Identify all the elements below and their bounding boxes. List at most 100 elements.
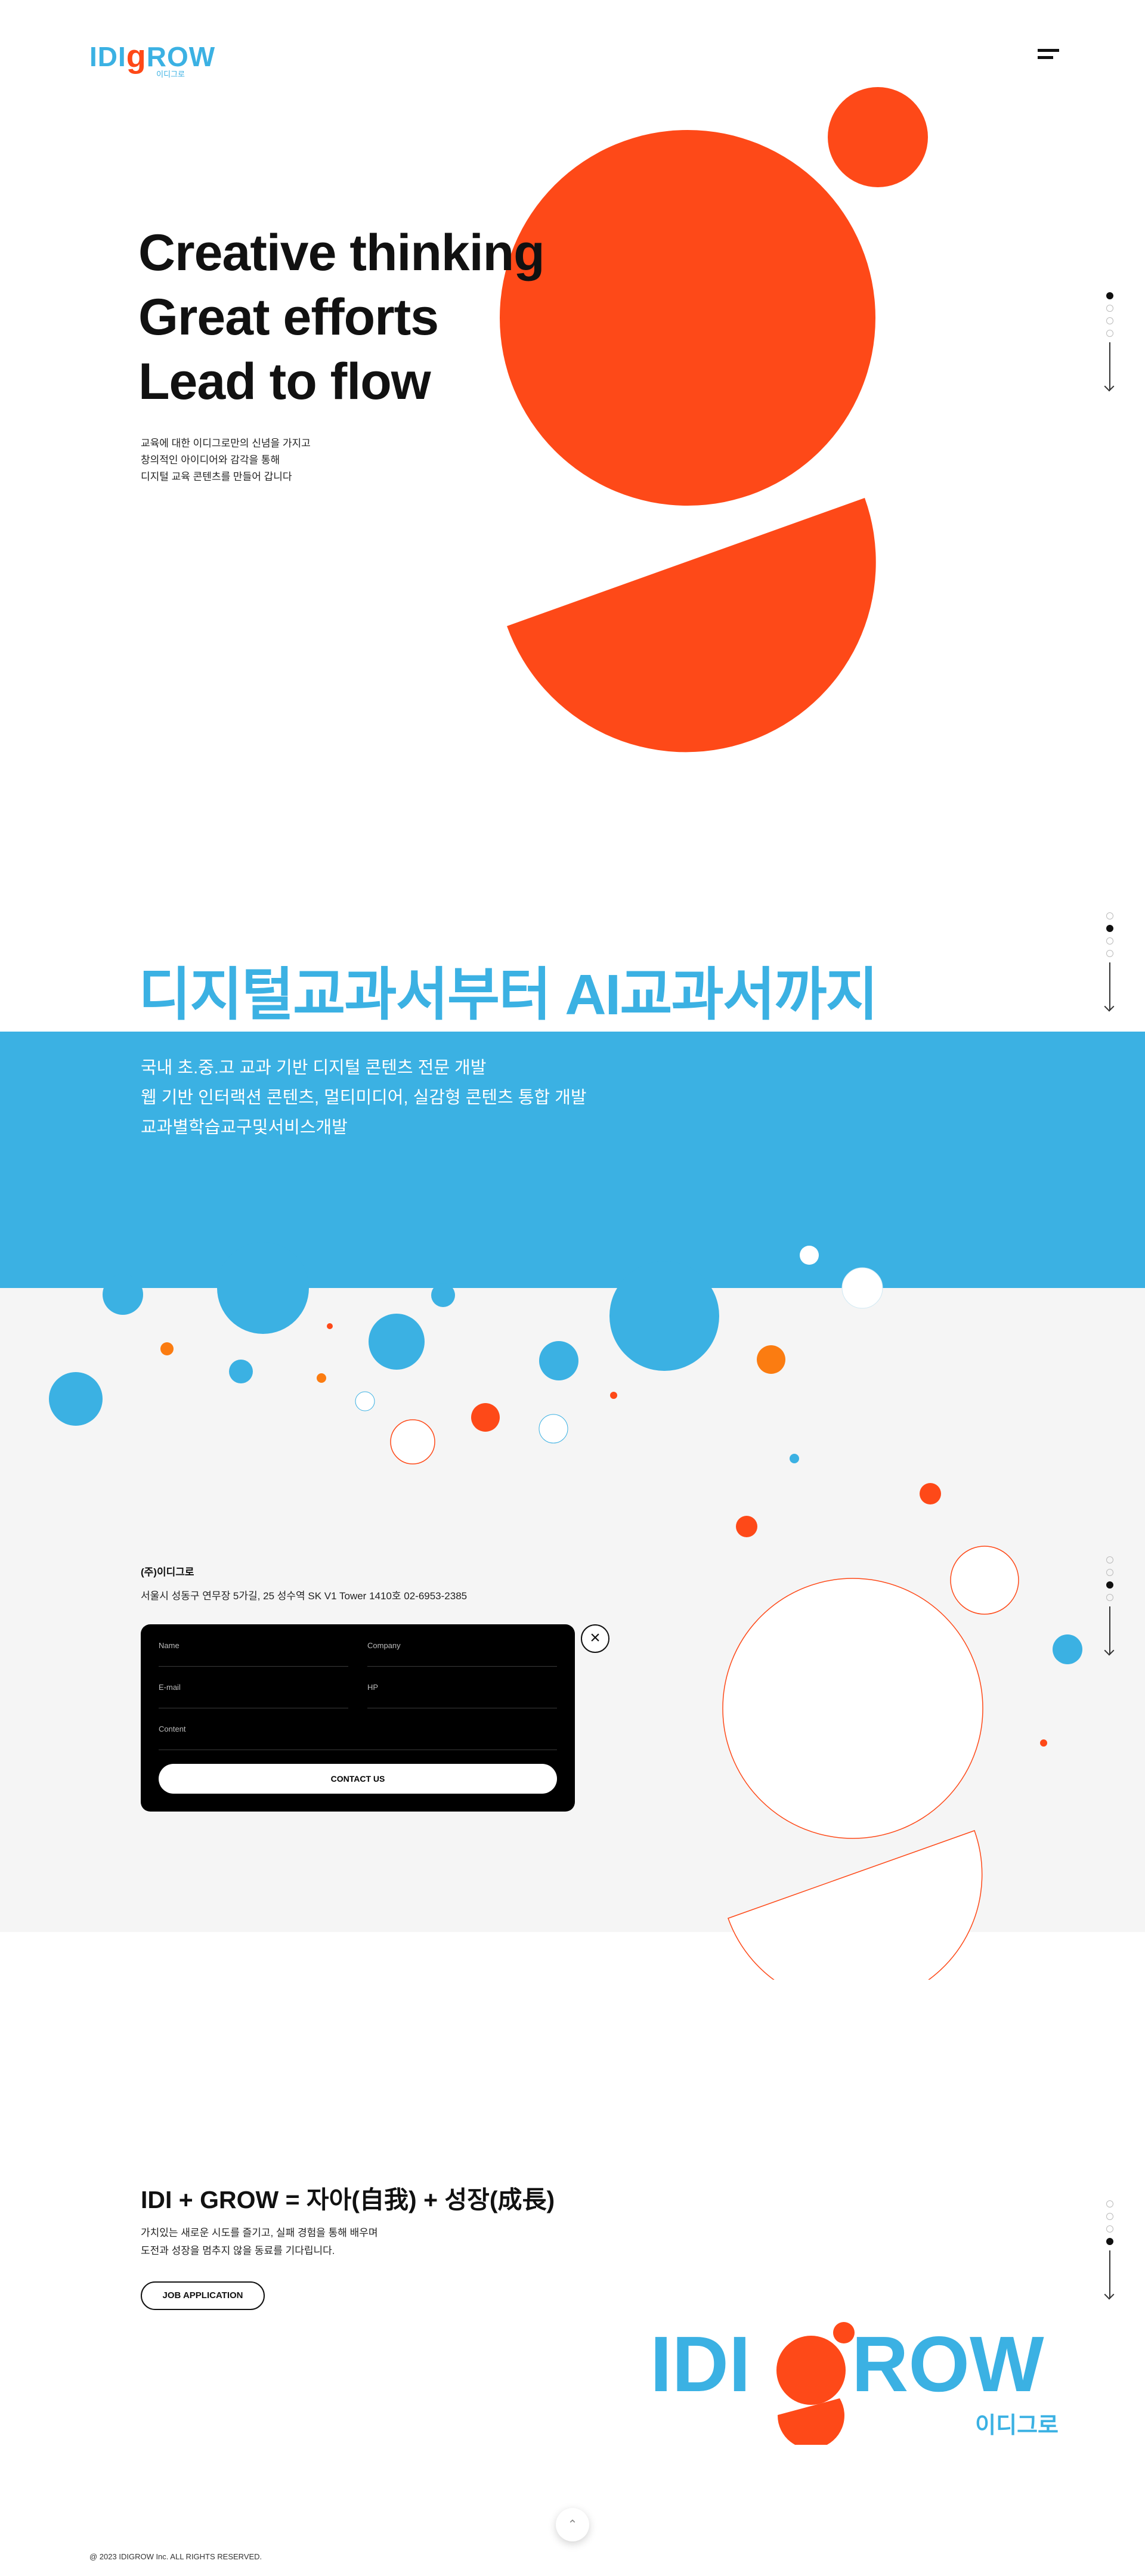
scroll-down-arrow-icon[interactable] <box>1109 342 1110 390</box>
bubble <box>841 1267 883 1309</box>
bubble <box>471 1403 500 1432</box>
bubble <box>920 1483 941 1504</box>
bubble <box>790 1454 799 1463</box>
pager-dot[interactable] <box>1106 937 1113 945</box>
bubble <box>736 1516 757 1537</box>
bubble <box>390 1419 435 1465</box>
bubble <box>229 1360 253 1383</box>
pager-dot[interactable] <box>1106 1556 1113 1563</box>
logo-text-g: g <box>126 39 147 75</box>
bubble <box>610 1392 617 1399</box>
pager-dot[interactable] <box>1106 317 1113 324</box>
bubble <box>431 1283 455 1307</box>
hero-large-circle <box>500 130 875 506</box>
bubble <box>950 1546 1019 1615</box>
pager-dot[interactable] <box>1106 305 1113 312</box>
bubble <box>539 1341 578 1380</box>
scroll-down-arrow-icon[interactable] <box>1109 962 1110 1010</box>
hamburger-icon[interactable] <box>1038 49 1059 64</box>
pager-dot[interactable] <box>1106 2238 1113 2245</box>
hero-small-circle <box>828 87 928 187</box>
big-logo-g-bottom <box>777 2398 844 2445</box>
logo-text-row: ROW <box>146 41 216 72</box>
bubble <box>1040 1739 1047 1747</box>
bubble <box>327 1323 333 1329</box>
service-line: 국내 초.중.고 교과 기반 디지털 콘텐츠 전문 개발 <box>141 1058 487 1078</box>
name-field: Name <box>159 1624 351 1667</box>
bubble <box>800 1246 819 1265</box>
close-icon[interactable]: × <box>581 1624 609 1653</box>
hero-description: 교육에 대한 이디그로만의 신념을 가지고 창의적인 아이디어와 감각을 통해 … <box>141 435 311 485</box>
hero-desc-line: 창의적인 아이디어와 감각을 통해 <box>141 454 280 466</box>
email-field: E-mail <box>159 1666 351 1708</box>
big-logo-row: ROW <box>852 2320 1044 2408</box>
company-name: (주)이디그로 <box>141 1566 194 1578</box>
bubble <box>1053 1634 1082 1664</box>
bubble <box>103 1274 143 1315</box>
section2-title: 디지털교과서부터 AI교과서까지 <box>138 963 878 1027</box>
company-field: Company <box>367 1624 559 1667</box>
hero-desc-line: 교육에 대한 이디그로만의 신념을 가지고 <box>141 438 311 449</box>
big-logo-idi: IDI <box>650 2320 751 2408</box>
section2-services: 국내 초.중.고 교과 기반 디지털 콘텐츠 전문 개발 웹 기반 인터랙션 콘… <box>141 1053 587 1143</box>
service-line: 웹 기반 인터랙션 콘텐츠, 멀티미디어, 실감형 콘텐츠 통합 개발 <box>141 1088 587 1107</box>
big-logo-g-top <box>776 2336 846 2405</box>
section-pager <box>1104 912 1116 1010</box>
pager-dot[interactable] <box>1106 330 1113 337</box>
bubble <box>217 1242 309 1334</box>
logo-text-idi: IDI <box>89 41 126 72</box>
hero-desc-line: 디지털 교육 콘텐츠를 만들어 갑니다 <box>141 471 292 482</box>
hero-g-graphic <box>500 87 928 753</box>
contact-us-button[interactable]: CONTACT US <box>159 1764 557 1794</box>
bubble <box>757 1345 785 1374</box>
company-address: 서울시 성동구 연무장 5가길, 25 성수역 SK V1 Tower 1410… <box>141 1590 468 1602</box>
logo-wordmark: IDI g ROW <box>89 39 215 75</box>
big-logo: IDI ROW 이디그로 <box>650 2320 1059 2445</box>
hero-half-circle <box>507 498 876 753</box>
pager-dot[interactable] <box>1106 2200 1113 2207</box>
hp-input[interactable] <box>367 1678 559 1701</box>
bubble <box>539 1414 568 1444</box>
pager-dot[interactable] <box>1106 1581 1113 1589</box>
recruit-desc-line: 가치있는 새로운 시도를 즐기고, 실패 경험을 통해 배우며 <box>141 2227 378 2238</box>
bubbles-graphic <box>49 1242 1082 1980</box>
pager-dot[interactable] <box>1106 925 1113 932</box>
pager-dot[interactable] <box>1106 292 1113 299</box>
copyright: @ 2023 IDIGROW Inc. ALL RIGHTS RESERVED. <box>89 2552 262 2561</box>
section-pager <box>1104 292 1116 390</box>
name-input[interactable] <box>159 1636 351 1659</box>
hero-title-line: Creative thinking <box>138 224 545 281</box>
chevron-up-icon[interactable]: ⌃ <box>556 2508 589 2541</box>
hero-title-line: Lead to flow <box>138 353 431 410</box>
hp-field: HP <box>367 1666 559 1708</box>
recruit-desc-line: 도전과 성장을 멈추지 않을 동료를 기다립니다. <box>141 2245 335 2256</box>
pager-dot[interactable] <box>1106 2225 1113 2233</box>
scroll-down-arrow-icon[interactable] <box>1109 1606 1110 1654</box>
bubble <box>609 1261 719 1371</box>
service-line: 교과별학습교구및서비스개발 <box>141 1118 348 1137</box>
recruit-title: IDI + GROW = 자아(自我) + 성장(成長) <box>141 2186 555 2213</box>
pager-dot[interactable] <box>1106 2213 1113 2220</box>
pager-dot[interactable] <box>1106 1569 1113 1576</box>
outline-g-half <box>728 1830 983 1980</box>
pager-dot[interactable] <box>1106 1594 1113 1601</box>
bubble <box>355 1391 375 1411</box>
contact-form: Name Company E-mail HP Content CONTACT U… <box>141 1624 575 1812</box>
bubble <box>160 1342 174 1355</box>
content-input[interactable] <box>159 1720 559 1742</box>
site-logo[interactable]: IDI g ROW 이디그로 <box>89 39 215 79</box>
outline-g-circle <box>722 1578 983 1839</box>
hero-title-line: Great efforts <box>138 289 439 346</box>
pager-dot[interactable] <box>1106 950 1113 957</box>
recruit-description: 가치있는 새로운 시도를 즐기고, 실패 경험을 통해 배우며 도전과 성장을 … <box>141 2224 378 2260</box>
company-input[interactable] <box>367 1636 559 1659</box>
email-input[interactable] <box>159 1678 351 1701</box>
bubble <box>369 1314 425 1370</box>
pager-dot[interactable] <box>1106 912 1113 919</box>
scroll-down-arrow-icon[interactable] <box>1109 2250 1110 2298</box>
bubble <box>49 1372 103 1426</box>
big-logo-subtitle: 이디그로 <box>975 2412 1059 2438</box>
section-pager <box>1104 2200 1116 2298</box>
job-application-button[interactable]: JOB APPLICATION <box>141 2281 265 2310</box>
bubble <box>317 1373 326 1383</box>
